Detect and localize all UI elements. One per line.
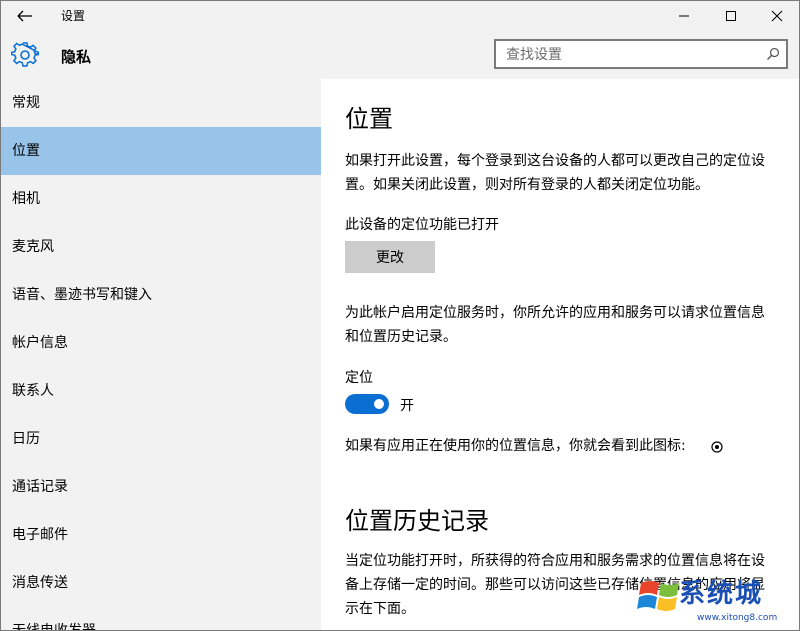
sidebar-item-location[interactable]: 位置 [1,127,321,175]
sidebar-item-label: 通话记录 [12,479,68,495]
minimize-button[interactable] [661,1,707,31]
sidebar-item-label: 消息传送 [12,575,68,591]
window-title: 设置 [61,9,86,23]
sidebar-item-account-info[interactable]: 帐户信息 [1,319,321,367]
back-button[interactable] [7,3,41,29]
section-heading-location: 位置 [345,105,393,133]
sidebar-item-label: 常规 [12,95,40,111]
location-toggle-label: 定位 [345,370,373,386]
sidebar-item-email[interactable]: 电子邮件 [1,511,321,559]
settings-header: 隐私 [1,31,799,79]
close-button[interactable] [754,1,799,31]
close-icon [771,10,783,22]
sidebar-item-speech-inking[interactable]: 语音、墨迹书写和键入 [1,271,321,319]
toggle-state-text: 开 [400,398,414,414]
sidebar-item-label: 麦克风 [12,239,54,255]
sidebar-item-radios[interactable]: 无线电收发器 [1,607,321,631]
search-input[interactable] [504,44,758,66]
watermark-url: www.xitong8.com [697,613,778,623]
sidebar-item-camera[interactable]: 相机 [1,175,321,223]
sidebar-item-calendar[interactable]: 日历 [1,415,321,463]
settings-window: 设置 隐私 常规 位置 相机 麦克风 [0,0,800,631]
minimize-icon [679,15,689,17]
sidebar-item-call-history[interactable]: 通话记录 [1,463,321,511]
device-location-status: 此设备的定位功能已打开 [345,217,499,233]
location-intro-text: 如果打开此设置，每个登录到这台设备的人都可以更改自己的定位设置。如果关闭此设置，… [345,153,765,193]
search-box[interactable] [494,39,788,69]
maximize-button[interactable] [708,1,754,31]
sidebar-item-label: 帐户信息 [12,335,68,351]
section-heading-location-history: 位置历史记录 [345,507,489,535]
sidebar-item-general[interactable]: 常规 [1,79,321,127]
sidebar-item-messaging[interactable]: 消息传送 [1,559,321,607]
change-button[interactable]: 更改 [345,241,435,273]
back-arrow-icon [17,10,32,22]
toggle-knob [374,399,384,409]
location-toggle[interactable] [345,394,389,414]
sidebar: 常规 位置 相机 麦克风 语音、墨迹书写和键入 帐户信息 联系人 日历 通话记录… [1,79,321,631]
watermark-text: 系统城 [679,579,764,609]
watermark-logo: 系统城 www.xitong8.com [629,567,799,630]
page-title: 隐私 [61,48,92,66]
search-icon[interactable] [766,47,780,61]
sidebar-item-label: 日历 [12,431,40,447]
sidebar-item-microphone[interactable]: 麦克风 [1,223,321,271]
account-location-desc: 为此帐户启用定位服务时，你所允许的应用和服务可以请求位置信息和位置历史记录。 [345,305,765,345]
title-bar: 设置 [1,1,799,31]
location-in-use-icon [711,441,723,453]
gear-icon [11,42,39,67]
sidebar-item-label: 电子邮件 [12,527,68,543]
windows-flag-icon [637,581,679,611]
sidebar-item-label: 相机 [12,191,40,207]
sidebar-item-label: 无线电收发器 [12,623,96,631]
sidebar-item-contacts[interactable]: 联系人 [1,367,321,415]
sidebar-item-label: 联系人 [12,383,54,399]
maximize-icon [726,11,736,21]
sidebar-item-label: 语音、墨迹书写和键入 [12,287,152,303]
location-icon-hint: 如果有应用正在使用你的位置信息，你就会看到此图标: [345,438,686,454]
sidebar-item-label: 位置 [12,143,40,159]
